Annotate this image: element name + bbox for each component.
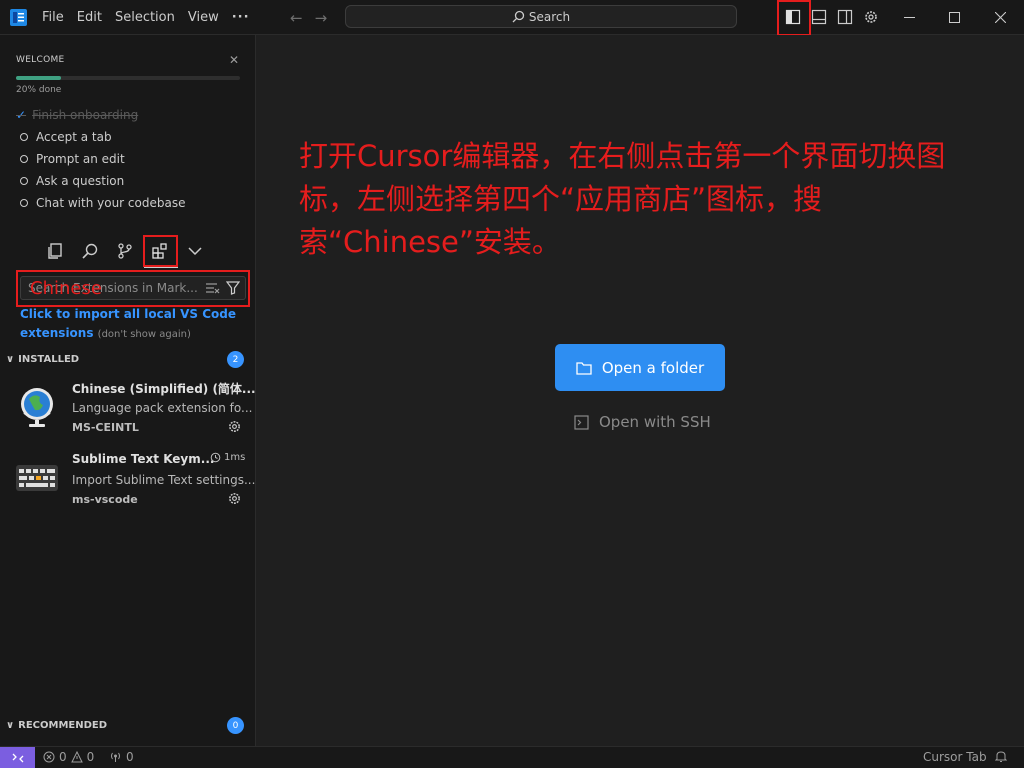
extension-description: Import Sublime Text settings... (72, 473, 256, 487)
manage-gear-icon[interactable] (227, 491, 242, 506)
extension-publisher: MS-CEINTL (72, 421, 139, 434)
notifications-bell-icon[interactable] (995, 750, 1007, 763)
highlight-extensions-icon (143, 235, 178, 267)
recommended-count-badge: 0 (227, 717, 244, 734)
menu-file[interactable]: File (42, 10, 64, 25)
warning-count: 0 (86, 750, 95, 764)
onboarding-item-accept-tab[interactable]: Accept a tab (20, 129, 112, 145)
editor-area: 打开Cursor编辑器，在右侧点击第一个界面切换图标，左侧选择第四个“应用商店”… (256, 35, 1024, 746)
keyboard-icon (16, 465, 58, 491)
cursor-window: File Edit Selection View ··· ← → Search (0, 0, 1024, 768)
status-bar: 0 0 0 Cursor Tab (0, 746, 1024, 768)
extension-publisher: ms-vscode (72, 493, 138, 506)
recommended-section-header[interactable]: ∨ RECOMMENDED 0 (6, 716, 250, 734)
chevron-down-icon: ∨ (6, 353, 15, 365)
open-folder-button[interactable]: Open a folder (555, 344, 725, 391)
chevron-down-icon[interactable] (184, 240, 205, 261)
onboarding-item-finish[interactable]: ✓ Finish onboarding (16, 107, 138, 123)
circle-icon (20, 199, 28, 207)
globe-icon (21, 388, 53, 427)
installed-section-header[interactable]: ∨ INSTALLED 2 (6, 350, 250, 368)
error-icon (43, 751, 55, 763)
manage-gear-icon[interactable] (227, 419, 242, 434)
menu-bar: File Edit Selection View ··· (42, 0, 263, 35)
open-ssh-button[interactable]: Open with SSH (574, 412, 711, 432)
onboarding-item-label: Chat with your codebase (36, 196, 186, 210)
circle-icon (20, 177, 28, 185)
terminal-icon (574, 414, 589, 430)
onboarding-item-prompt-edit[interactable]: Prompt an edit (20, 151, 125, 167)
warning-icon (70, 751, 83, 763)
circle-icon (20, 155, 28, 163)
onboarding-item-ask-question[interactable]: Ask a question (20, 173, 124, 189)
minimize-icon[interactable] (886, 0, 932, 35)
menu-edit[interactable]: Edit (77, 10, 102, 25)
view-switcher (44, 240, 205, 261)
ports-count: 0 (126, 750, 134, 764)
extension-item-chinese[interactable]: Chinese (Simplified) (简体... Language pac… (0, 378, 256, 448)
ports-indicator[interactable]: 0 (109, 750, 134, 764)
close-icon[interactable]: ✕ (229, 53, 239, 67)
instruction-annotation: 打开Cursor编辑器，在右侧点击第一个界面切换图标，左侧选择第四个“应用商店”… (299, 139, 946, 259)
highlight-search-box (16, 270, 250, 307)
recommended-label: RECOMMENDED (18, 719, 108, 731)
search-view-icon[interactable] (79, 240, 100, 261)
close-window-icon[interactable] (977, 0, 1023, 35)
history-icon (210, 452, 221, 463)
import-extensions-link[interactable]: Click to import all local VS Code extens… (20, 305, 250, 344)
menu-view[interactable]: View (188, 10, 219, 25)
onboarding-item-chat-codebase[interactable]: Chat with your codebase (20, 195, 185, 211)
broadcast-icon (111, 752, 120, 762)
cursor-tab-status[interactable]: Cursor Tab (923, 750, 987, 764)
menu-selection[interactable]: Selection (115, 10, 175, 25)
navigation-arrows: ← → (290, 9, 327, 27)
onboarding-item-label: Prompt an edit (36, 152, 125, 166)
error-count: 0 (59, 750, 67, 764)
circle-icon (20, 133, 28, 141)
explorer-files-icon[interactable] (44, 240, 65, 261)
source-control-icon[interactable] (114, 240, 135, 261)
extension-name: Chinese (Simplified) (简体... (72, 382, 256, 396)
extension-item-sublime[interactable]: Sublime Text Keym... 1ms Import Sublime … (0, 450, 255, 520)
checkmark-icon: ✓ (16, 108, 27, 122)
extension-description: Language pack extension fo... (72, 401, 253, 415)
open-ssh-label: Open with SSH (599, 413, 711, 431)
search-icon (512, 10, 525, 23)
progress-fill (16, 76, 61, 80)
toggle-panel-icon[interactable] (810, 8, 828, 26)
command-search-box[interactable]: Search (345, 5, 737, 28)
onboarding-item-label: Ask a question (36, 174, 125, 188)
progress-label: 20% done (16, 85, 62, 95)
onboarding-item-label: Finish onboarding (32, 108, 139, 122)
chevron-down-icon: ∨ (6, 719, 15, 731)
arrow-forward-icon[interactable]: → (315, 9, 328, 27)
menu-more-button[interactable]: ··· (232, 10, 250, 25)
app-logo-icon (10, 9, 27, 26)
folder-icon (576, 361, 592, 375)
welcome-title: WELCOME (16, 55, 65, 65)
settings-gear-icon[interactable] (862, 8, 880, 26)
onboarding-progress-bar (16, 76, 240, 80)
highlight-layout-toggle (777, 0, 811, 36)
primary-sidebar: WELCOME ✕ 20% done ✓ Finish onboarding A… (0, 35, 256, 746)
toggle-secondary-sidebar-icon[interactable] (836, 8, 854, 26)
installed-label: INSTALLED (18, 353, 80, 365)
title-bar: File Edit Selection View ··· ← → Search (0, 0, 1024, 36)
installed-count-badge: 2 (227, 351, 244, 368)
dont-show-again-link[interactable]: (don't show again) (98, 329, 191, 340)
cursor-tab-label: Cursor Tab (923, 750, 987, 764)
search-label: Search (528, 9, 571, 24)
problems-indicator[interactable]: 0 0 (43, 750, 94, 764)
arrow-back-icon[interactable]: ← (290, 9, 303, 27)
open-folder-label: Open a folder (601, 358, 705, 377)
onboarding-item-label: Accept a tab (36, 130, 112, 144)
remote-indicator-icon[interactable] (0, 747, 35, 768)
activation-time: 1ms (210, 452, 245, 463)
maximize-icon[interactable] (931, 0, 977, 35)
extension-name: Sublime Text Keym... (72, 452, 215, 466)
activation-time-value: 1ms (224, 452, 246, 463)
